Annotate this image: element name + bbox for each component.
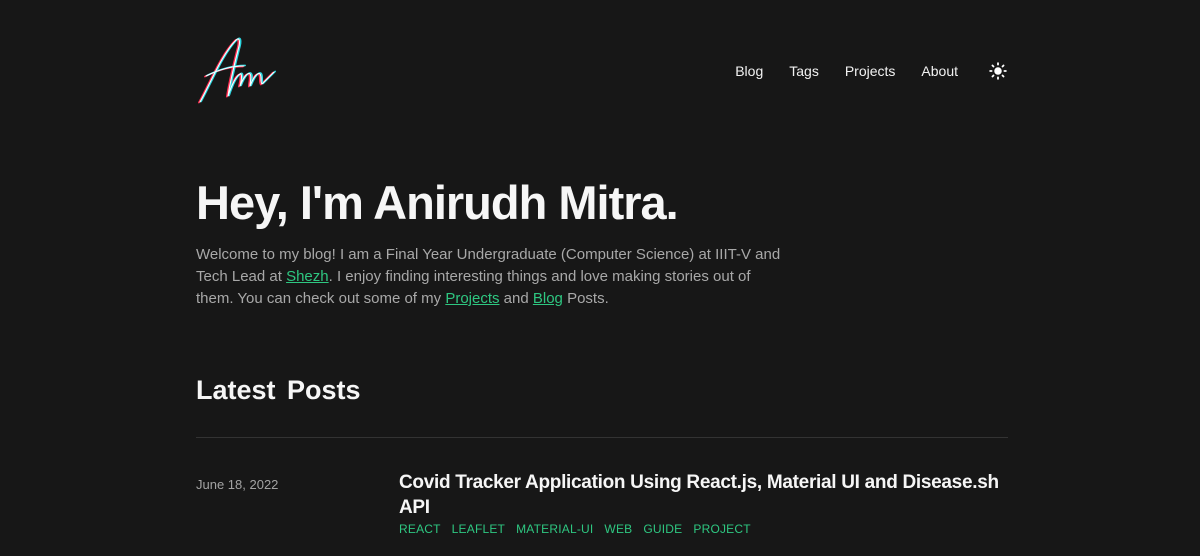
post-title-link[interactable]: Covid Tracker Application Using React.js… xyxy=(399,470,1011,520)
tag-web[interactable]: WEB xyxy=(604,522,632,536)
post-date: June 18, 2022 xyxy=(196,477,279,492)
nav-link-projects[interactable]: Projects xyxy=(845,63,896,79)
main-nav: Blog Tags Projects About xyxy=(735,61,1008,81)
hero-intro: Welcome to my blog! I am a Final Year Un… xyxy=(196,244,786,310)
sun-icon xyxy=(989,62,1007,80)
nav-link-about[interactable]: About xyxy=(921,63,958,79)
intro-text-3: and xyxy=(499,290,533,307)
tag-leaflet[interactable]: LEAFLET xyxy=(452,522,505,536)
nav-link-blog[interactable]: Blog xyxy=(735,63,763,79)
tag-project[interactable]: PROJECT xyxy=(693,522,750,536)
site-header: Blog Tags Projects About xyxy=(196,30,1008,110)
nav-link-tags[interactable]: Tags xyxy=(789,63,819,79)
tag-guide[interactable]: GUIDE xyxy=(643,522,682,536)
tag-material-ui[interactable]: MATERIAL-UI xyxy=(516,522,593,536)
signature-logo-icon xyxy=(197,37,277,104)
latest-posts-heading: Latest Posts xyxy=(196,375,361,405)
theme-toggle-button[interactable] xyxy=(988,61,1008,81)
post-body: Covid Tracker Application Using React.js… xyxy=(399,470,1011,536)
post-tags: REACT LEAFLET MATERIAL-UI WEB GUIDE PROJ… xyxy=(399,522,1011,536)
tag-react[interactable]: REACT xyxy=(399,522,441,536)
intro-text-4: Posts. xyxy=(562,290,609,307)
hero-title: Hey, I'm Anirudh Mitra. xyxy=(196,176,679,229)
site-logo[interactable] xyxy=(196,32,280,108)
blog-link[interactable]: Blog xyxy=(533,290,563,307)
section-divider xyxy=(196,437,1008,438)
shezh-link[interactable]: Shezh xyxy=(286,268,329,285)
projects-link[interactable]: Projects xyxy=(445,290,499,307)
page: Blog Tags Projects About Hey, I'm Anirud… xyxy=(0,0,1200,556)
